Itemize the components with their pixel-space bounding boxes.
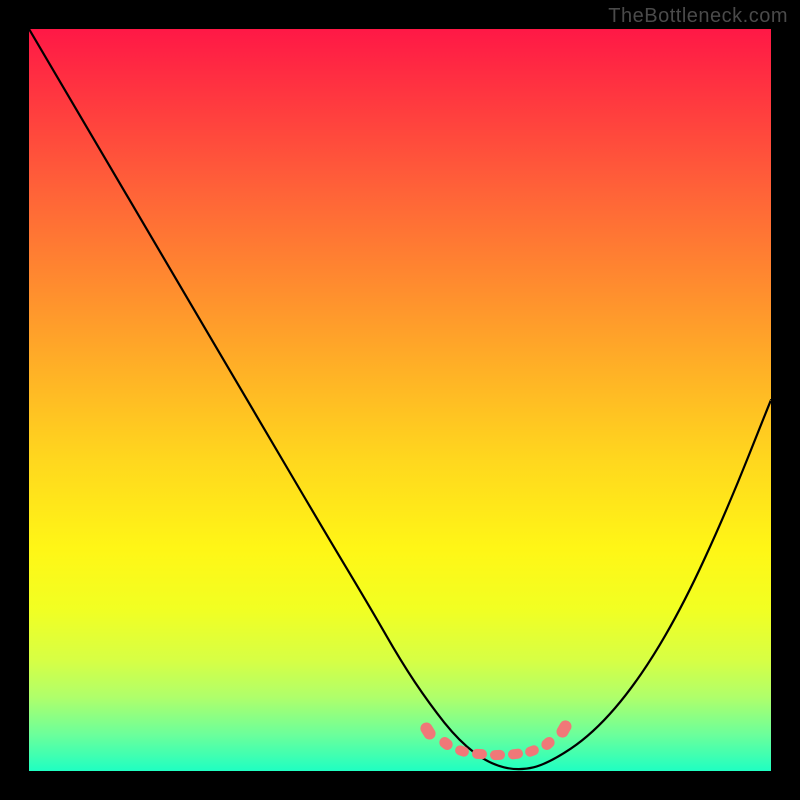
watermark-text: TheBottleneck.com [608,5,788,28]
valley-dash [472,748,488,759]
chart-plot-area [29,29,771,771]
bottleneck-curve [29,29,771,771]
valley-dash [490,750,505,761]
